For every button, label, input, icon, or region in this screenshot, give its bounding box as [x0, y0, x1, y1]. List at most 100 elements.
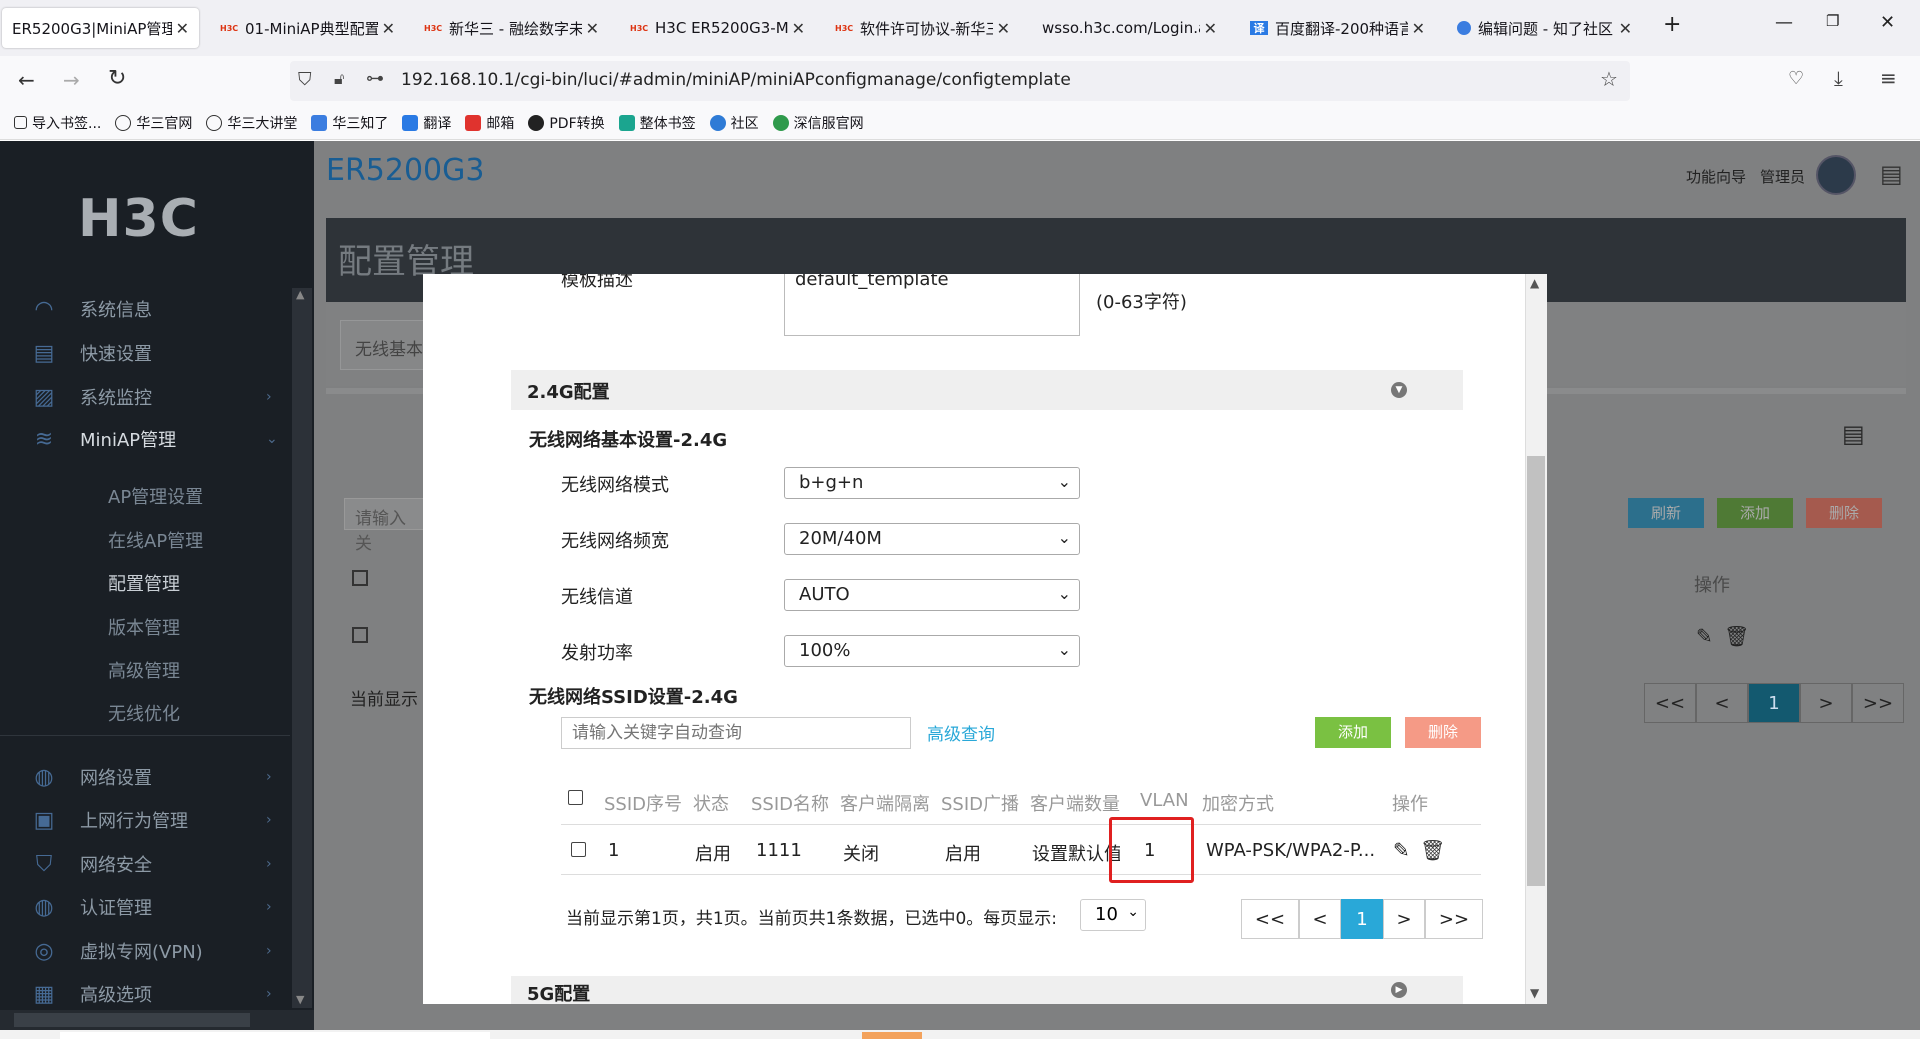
window-close-icon[interactable]: ✕: [1880, 12, 1895, 33]
tab-license[interactable]: H3C 软件许可协议-新华三 ✕: [825, 8, 1020, 48]
submenu-version-manage[interactable]: 版本管理: [108, 614, 180, 640]
notebook-icon[interactable]: ▤: [1880, 160, 1903, 188]
tab-h3c-home[interactable]: H3C 新华三 - 融绘数字未 ✕: [414, 8, 609, 48]
back-icon[interactable]: ←: [18, 68, 35, 92]
bg-add-button[interactable]: 添加: [1717, 498, 1793, 528]
notebook-icon[interactable]: ▤: [1842, 420, 1865, 448]
scroll-down-icon[interactable]: ▼: [296, 993, 304, 1006]
bookmark-zhiliao[interactable]: 华三知了: [311, 113, 388, 133]
trash-icon[interactable]: 🗑︎: [1420, 838, 1445, 862]
bg-pager-first[interactable]: <<: [1644, 683, 1696, 723]
bookmark-all[interactable]: 整体书签: [618, 113, 696, 133]
bookmark-translate[interactable]: 翻译: [402, 113, 451, 133]
close-icon[interactable]: ✕: [792, 19, 805, 38]
site-info-icon[interactable]: ⊶: [366, 68, 384, 89]
scroll-up-icon[interactable]: ▲: [1530, 276, 1539, 290]
url-text[interactable]: 192.168.10.1/cgi-bin/luci/#admin/miniAP/…: [401, 70, 1071, 90]
collapse-icon[interactable]: ▼: [1391, 382, 1407, 398]
sidebar-item-advanced[interactable]: ▦ 高级选项 ›: [0, 974, 290, 1014]
pager-last[interactable]: >>: [1425, 899, 1483, 939]
expand-icon[interactable]: ▶: [1391, 982, 1407, 998]
per-page-select[interactable]: 10 ⌄: [1080, 899, 1146, 931]
sidebar-item-miniap[interactable]: ≋ MiniAP管理 ⌄: [0, 419, 290, 459]
bookmark-star-icon[interactable]: ☆: [1600, 67, 1618, 91]
close-icon[interactable]: ✕: [586, 19, 599, 38]
insecure-lock-icon[interactable]: 🔓︎: [334, 69, 344, 89]
advanced-query-link[interactable]: 高级查询: [927, 720, 995, 745]
close-icon[interactable]: ✕: [1412, 19, 1425, 38]
download-icon[interactable]: ⤓: [1834, 66, 1843, 90]
sidebar-scrollbar[interactable]: [292, 288, 312, 1008]
bg-pager-current[interactable]: 1: [1748, 683, 1800, 723]
bookmark-h3c-lecture[interactable]: 华三大讲堂: [206, 113, 297, 133]
pocket-icon[interactable]: ♡: [1788, 68, 1804, 89]
bg-refresh-button[interactable]: 刷新: [1628, 498, 1704, 528]
shield-icon[interactable]: ⛉: [298, 69, 312, 90]
restore-icon[interactable]: ❐: [1826, 12, 1839, 30]
sidebar-item-security[interactable]: ⛉ 网络安全 ›: [0, 844, 290, 884]
channel-select[interactable]: AUTO ⌄: [784, 579, 1080, 611]
url-bar[interactable]: ⛉ 🔓︎ ⊶ 192.168.10.1/cgi-bin/luci/#admin/…: [290, 61, 1630, 101]
ssid-add-button[interactable]: 添加: [1315, 717, 1391, 748]
bookmark-pdf[interactable]: PDF转换: [528, 113, 605, 133]
ssid-row-checkbox[interactable]: [571, 842, 586, 857]
sidebar-item-monitor[interactable]: ▨ 系统监控 ›: [0, 377, 290, 417]
reload-icon[interactable]: ↻: [108, 66, 126, 91]
ssid-select-all-checkbox[interactable]: [568, 790, 583, 805]
close-icon[interactable]: ✕: [1619, 19, 1632, 38]
bookmark-sangfor[interactable]: 深信服官网: [772, 113, 864, 133]
scroll-thumb[interactable]: [14, 1013, 250, 1027]
close-icon[interactable]: ✕: [176, 19, 189, 38]
scroll-up-icon[interactable]: ▲: [296, 288, 304, 301]
admin-label[interactable]: 管理员: [1760, 166, 1805, 187]
pager-first[interactable]: <<: [1241, 899, 1299, 939]
ssid-delete-button[interactable]: 删除: [1405, 717, 1481, 748]
pager-current[interactable]: 1: [1341, 899, 1383, 939]
sidebar-item-vpn[interactable]: ◎ 虚拟专网(VPN) ›: [0, 931, 290, 971]
submenu-config-manage[interactable]: 配置管理: [108, 570, 180, 596]
section-5g-header[interactable]: 5G配置 ▶: [511, 976, 1463, 1004]
sidebar-item-quick-setup[interactable]: ▤ 快速设置: [0, 333, 290, 373]
close-icon[interactable]: ✕: [1204, 19, 1217, 38]
tab-wsso-login[interactable]: wsso.h3c.com/Login.a ✕: [1032, 8, 1227, 48]
bg-delete-button[interactable]: 删除: [1806, 498, 1882, 528]
tab-er5200g3[interactable]: ER5200G3|MiniAP管理| ✕: [2, 8, 199, 48]
submenu-ap-settings[interactable]: AP管理设置: [108, 483, 203, 509]
pager-next[interactable]: >: [1383, 899, 1425, 939]
sidebar-item-behavior[interactable]: ▣ 上网行为管理 ›: [0, 800, 290, 840]
bg-pager-next[interactable]: >: [1800, 683, 1852, 723]
bg-pager-last[interactable]: >>: [1852, 683, 1904, 723]
section-2g-header[interactable]: 2.4G配置 ▼: [511, 370, 1463, 410]
sidebar-hscrollbar[interactable]: [0, 1010, 314, 1030]
menu-icon[interactable]: ≡: [1880, 66, 1897, 90]
submenu-advanced-manage[interactable]: 高级管理: [108, 657, 180, 683]
new-tab-icon[interactable]: +: [1663, 12, 1681, 37]
sidebar-item-system-info[interactable]: ◠ 系统信息: [0, 289, 290, 329]
bg-pager-prev[interactable]: <: [1696, 683, 1748, 723]
dialog-scroll-thumb[interactable]: [1527, 456, 1545, 886]
scroll-down-icon[interactable]: ▼: [1530, 986, 1539, 1000]
bookmark-import[interactable]: 导入书签...: [14, 113, 101, 133]
trash-icon[interactable]: 🗑︎: [1724, 624, 1749, 648]
tab-miniap-config[interactable]: H3C 01-MiniAP典型配置 ✕: [210, 8, 405, 48]
bg-search-input[interactable]: 请输入关: [344, 498, 424, 554]
tx-power-select[interactable]: 100% ⌄: [784, 635, 1080, 667]
bandwidth-select[interactable]: 20M/40M ⌄: [784, 523, 1080, 555]
avatar[interactable]: [1816, 155, 1856, 195]
pager-prev[interactable]: <: [1299, 899, 1341, 939]
wizard-link[interactable]: 功能向导: [1686, 166, 1746, 187]
bg-row-checkbox[interactable]: [352, 627, 368, 643]
bookmark-community[interactable]: 社区: [709, 113, 759, 133]
tab-zhiliao-edit[interactable]: 编辑问题 - 知了社区 ✕: [1447, 8, 1642, 48]
bg-select-all-checkbox[interactable]: [352, 570, 368, 586]
tab-er5200g3-mi[interactable]: H3C H3C ER5200G3-MI ✕: [620, 8, 815, 48]
close-icon[interactable]: ✕: [997, 19, 1010, 38]
bookmark-h3c-official[interactable]: 华三官网: [115, 113, 192, 133]
submenu-online-ap[interactable]: 在线AP管理: [108, 527, 203, 553]
wireless-mode-select[interactable]: b+g+n ⌄: [784, 467, 1080, 499]
close-icon[interactable]: ✕: [382, 19, 395, 38]
submenu-wireless-opt[interactable]: 无线优化: [108, 700, 180, 726]
template-desc-textarea[interactable]: default_template: [784, 274, 1080, 336]
edit-icon[interactable]: ✎: [1393, 838, 1410, 862]
edit-icon[interactable]: ✎: [1696, 624, 1713, 648]
